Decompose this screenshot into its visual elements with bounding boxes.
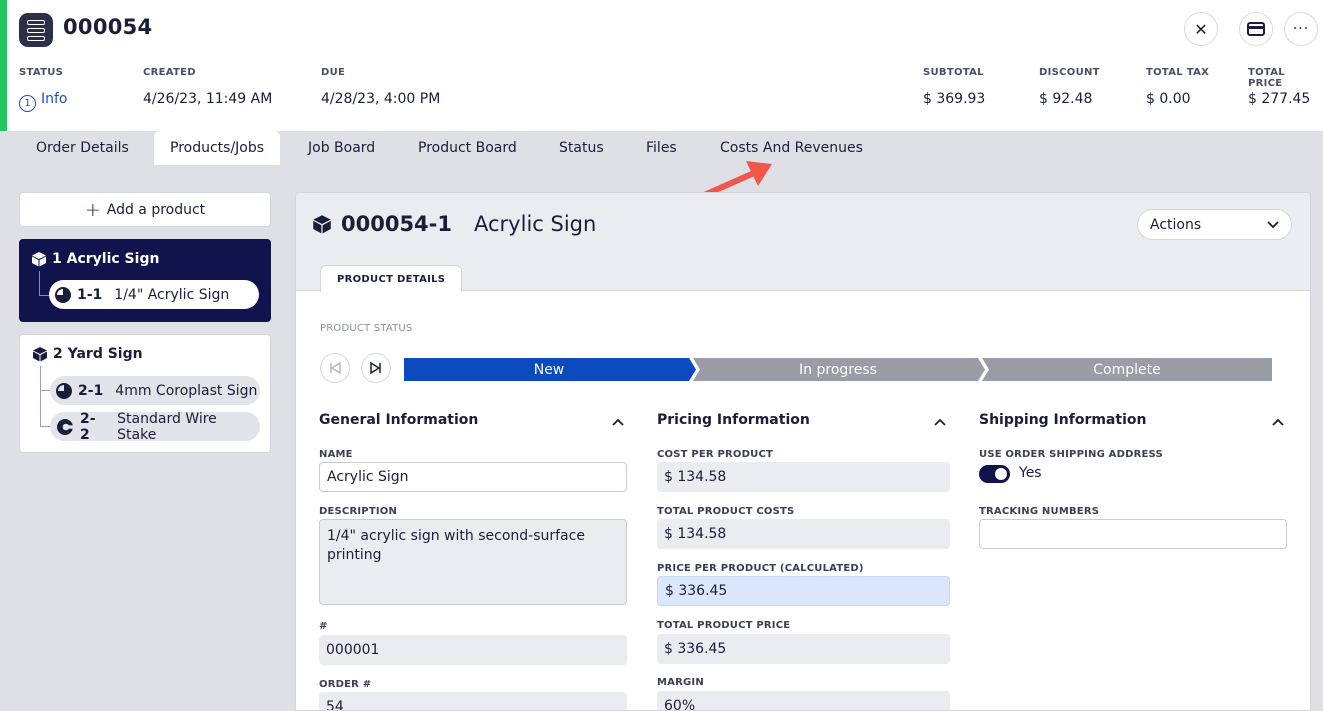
name-label: NAME [319,449,353,460]
chevron-up-icon[interactable] [934,418,946,426]
tab-product-board[interactable]: Product Board [402,131,533,165]
status-step-icon: 1 [19,95,36,112]
step-in-progress-label[interactable]: In progress [693,358,983,381]
add-product-button[interactable]: + Add a product [19,192,271,227]
order-number-field: 54 [319,692,627,710]
more-horizontal-icon: ··· [1292,21,1310,37]
plus-icon: + [84,198,101,221]
due-label: DUE [321,67,346,78]
skip-forward-icon [370,361,381,375]
margin-field: 60% [657,691,950,710]
cube-icon [313,215,331,234]
step-new-label[interactable]: New [404,358,694,381]
price-per-product-field[interactable]: $ 336.45 [657,576,950,606]
product-status-label: PRODUCT STATUS [320,323,413,334]
general-info-title: General Information [319,412,479,428]
number-field: 000001 [319,635,627,665]
order-stack-icon [19,13,53,47]
credit-card-icon [1247,22,1265,36]
job-pill-2-1[interactable]: 2-1 4mm Coroplast Sign [50,376,260,405]
more-options-button[interactable]: ··· [1284,12,1318,46]
job-pill-2-2[interactable]: 2-2 Standard Wire Stake [50,411,260,443]
due-value: 4/28/23, 4:00 PM [321,91,441,107]
price-per-product-label: PRICE PER PRODUCT (CALCULATED) [657,563,864,574]
tab-products-jobs[interactable]: Products/Jobs [154,131,281,165]
total-product-costs-label: TOTAL PRODUCT COSTS [657,506,795,517]
subtotal-value: $ 369.93 [923,91,986,107]
total-price-value: $ 277.45 [1248,91,1311,107]
total-tax-value: $ 0.00 [1146,91,1191,107]
tracking-numbers-field[interactable] [979,519,1287,549]
cube-icon [33,347,47,362]
description-label: DESCRIPTION [319,506,398,517]
tab-status[interactable]: Status [543,131,620,165]
chevron-up-icon[interactable] [1272,418,1284,426]
tracking-numbers-label: TRACKING NUMBERS [979,506,1100,517]
actions-dropdown[interactable]: Actions [1137,209,1292,240]
last-step-button[interactable] [361,353,391,383]
product-heading: 2 Yard Sign [32,346,143,362]
name-field[interactable]: Acrylic Sign [319,462,627,492]
margin-label: MARGIN [657,677,704,688]
order-number-label: ORDER # [319,679,372,690]
shipping-info-title: Shipping Information [979,412,1147,428]
discount-label: DISCOUNT [1039,67,1100,78]
first-step-button[interactable] [320,353,350,383]
product-detail-panel: 000054-1 Acrylic Sign Actions PRODUCT DE… [295,192,1311,711]
close-button[interactable]: ✕ [1184,12,1218,46]
progress-pie-icon [56,382,72,399]
tab-product-details[interactable]: PRODUCT DETAILS [320,265,463,292]
number-label: # [319,621,328,632]
status-value[interactable]: 1 Info [19,91,68,112]
use-order-shipping-value: Yes [1019,465,1042,481]
cost-per-product-label: COST PER PRODUCT [657,449,773,460]
payment-button[interactable] [1239,12,1273,46]
product-name: Acrylic Sign [474,212,597,236]
cube-icon [32,252,46,267]
order-header: 000054 ✕ ··· STATUS 1 Info CREATED 4/26/2… [0,0,1323,131]
product-card-2[interactable]: 2 Yard Sign 2-1 4mm Coroplast Sign 2-2 S… [19,334,271,453]
chevron-down-icon [1267,220,1279,228]
step-complete-label[interactable]: Complete [982,358,1272,381]
total-price-label: TOTAL PRICE [1248,67,1285,89]
total-tax-label: TOTAL TAX [1146,67,1210,78]
use-order-shipping-toggle[interactable] [979,465,1010,483]
cost-per-product-field: $ 134.58 [657,462,950,492]
close-icon: ✕ [1194,19,1208,39]
tab-order-details[interactable]: Order Details [20,131,145,165]
tab-job-board[interactable]: Job Board [292,131,391,165]
subtotal-label: SUBTOTAL [923,67,984,78]
discount-value: $ 92.48 [1039,91,1093,107]
total-product-costs-field: $ 134.58 [657,519,950,549]
chevron-up-icon[interactable] [612,418,624,426]
job-pill-1-1[interactable]: 1-1 1/4" Acrylic Sign [49,280,259,309]
progress-pie-icon [55,286,71,303]
product-card-1[interactable]: 1 Acrylic Sign 1-1 1/4" Acrylic Sign [19,239,271,322]
total-product-price-label: TOTAL PRODUCT PRICE [657,620,791,631]
total-product-price-field: $ 336.45 [657,634,950,664]
product-detail-header: 000054-1 Acrylic Sign Actions PRODUCT DE… [296,193,1310,292]
description-field[interactable]: 1/4" acrylic sign with second-surface pr… [319,519,627,605]
order-number: 000054 [63,15,153,39]
external-service-icon [56,418,74,435]
skip-back-icon [330,361,341,375]
pricing-info-title: Pricing Information [657,412,810,428]
product-title: 000054-1 Acrylic Sign [312,212,596,236]
product-number: 000054-1 [341,212,452,236]
status-label: STATUS [19,67,64,78]
use-order-shipping-label: USE ORDER SHIPPING ADDRESS [979,449,1163,460]
created-value: 4/26/23, 11:49 AM [143,91,273,107]
created-label: CREATED [143,67,196,78]
product-heading: 1 Acrylic Sign [31,251,159,267]
